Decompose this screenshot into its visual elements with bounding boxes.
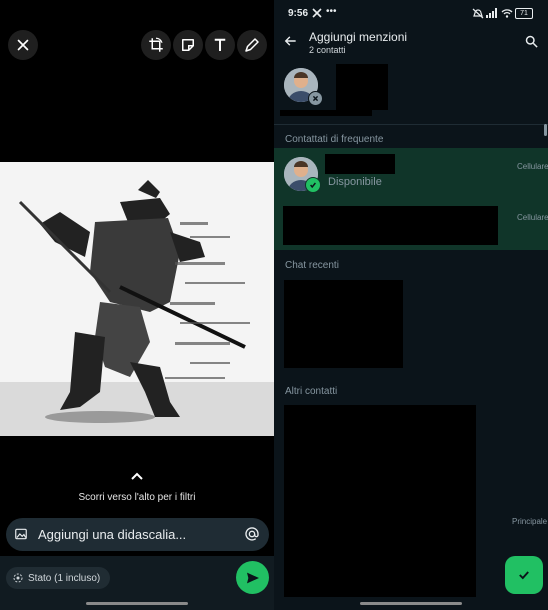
status-audience-chip[interactable]: Stato (1 incluso) xyxy=(6,567,111,589)
section-recent: Chat recenti xyxy=(285,260,339,271)
mention-icon[interactable] xyxy=(244,526,260,542)
mute-icon xyxy=(472,8,484,19)
wifi-icon xyxy=(501,9,513,18)
samurai-image xyxy=(0,162,274,436)
sticker-button[interactable] xyxy=(173,30,203,60)
send-icon xyxy=(246,572,259,583)
draw-button[interactable] xyxy=(237,30,267,60)
home-indicator xyxy=(86,602,188,605)
image-editor-panel: Scorri verso l'alto per i filtri Aggiung… xyxy=(0,0,274,610)
redacted-other-contacts[interactable] xyxy=(284,405,476,597)
home-indicator xyxy=(360,602,462,605)
section-frequent: Contattati di frequente xyxy=(285,134,384,145)
redacted-selected-contact[interactable] xyxy=(336,64,388,110)
redacted-recent-chats[interactable] xyxy=(284,280,403,368)
send-button[interactable] xyxy=(236,561,269,594)
sticker-icon xyxy=(182,39,194,51)
signal-icon xyxy=(486,8,497,18)
check-icon xyxy=(519,571,529,580)
check-badge xyxy=(305,177,321,193)
close-icon xyxy=(17,39,29,51)
contact-phone-type: Principale xyxy=(512,517,548,526)
contact-phone-type: Cellulare xyxy=(517,162,548,171)
redacted-contact-name xyxy=(325,154,395,174)
x-app-icon xyxy=(312,8,322,18)
contact-phone-type: Cellulare xyxy=(517,213,548,222)
contact-status: Disponibile xyxy=(328,176,382,188)
close-icon xyxy=(312,95,319,102)
caption-placeholder[interactable]: Aggiungi una didascalia... xyxy=(38,527,186,542)
header-subtitle: 2 contatti xyxy=(309,45,346,55)
check-icon xyxy=(310,182,316,189)
text-tool-button[interactable] xyxy=(205,30,235,60)
status-chip-label: Stato (1 incluso) xyxy=(28,572,101,584)
swipe-hint: Scorri verso l'alto per i filtri xyxy=(78,492,196,503)
redacted-contact-row[interactable] xyxy=(283,206,498,245)
crop-rotate-button[interactable] xyxy=(141,30,171,60)
status-icon xyxy=(13,573,23,583)
remove-selected-button[interactable] xyxy=(308,91,323,106)
status-time: 9:56 xyxy=(288,8,309,19)
confirm-button[interactable] xyxy=(505,556,543,594)
battery-icon: 71 xyxy=(515,8,533,19)
close-button[interactable] xyxy=(8,30,38,60)
pencil-icon xyxy=(245,38,259,52)
text-icon xyxy=(214,38,226,51)
section-others: Altri contatti xyxy=(285,386,338,397)
divider xyxy=(274,124,548,125)
gallery-icon[interactable] xyxy=(14,527,28,541)
chevron-up-icon[interactable] xyxy=(128,470,146,482)
scrollbar[interactable] xyxy=(544,124,547,136)
more-notifications-icon: ••• xyxy=(326,6,337,17)
search-icon[interactable] xyxy=(524,34,539,49)
mentions-panel: 9:56 ••• 71 Aggiungi menzioni 2 contatti… xyxy=(274,0,548,610)
header-title: Aggiungi menzioni xyxy=(309,30,408,44)
redacted-selected-name xyxy=(280,110,372,116)
crop-rotate-icon xyxy=(149,37,163,52)
back-arrow-icon[interactable] xyxy=(284,34,298,48)
